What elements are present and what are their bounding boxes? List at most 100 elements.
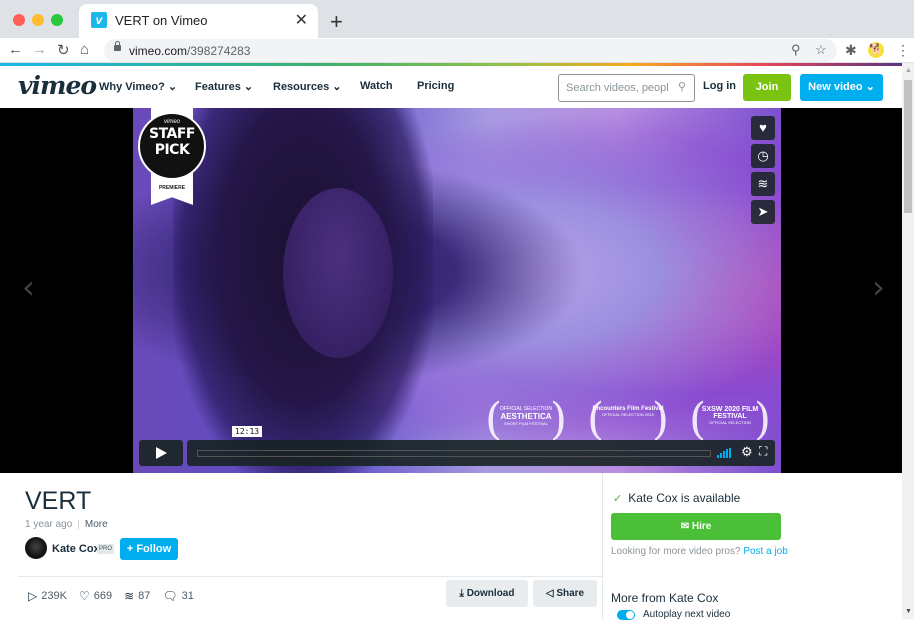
scroll-up-arrow-icon[interactable]: ▲ xyxy=(905,67,912,74)
follow-button[interactable]: + Follow xyxy=(120,538,178,560)
previous-video-arrow-icon[interactable]: ‹ xyxy=(22,268,35,306)
browser-tab-strip: v VERT on Vimeo ✕ + xyxy=(0,0,914,38)
forward-icon[interactable]: → xyxy=(32,41,47,58)
collections-stat[interactable]: ≋ 87 xyxy=(124,589,150,603)
nav-pricing[interactable]: Pricing xyxy=(417,80,454,92)
premiere-label: PREMIERE xyxy=(158,185,186,191)
plays-stat: ▷ 239K xyxy=(28,589,67,603)
fullscreen-icon[interactable]: ⛶ xyxy=(759,444,767,459)
nav-features[interactable]: Features ⌄ xyxy=(195,80,253,93)
close-tab-icon[interactable]: ✕ xyxy=(295,10,308,30)
laurel-sxsw: SXSW 2020 FILM FESTIVAL OFFICIAL SELECTI… xyxy=(689,394,771,445)
video-title: VERT xyxy=(25,487,92,515)
autoplay-toggle[interactable] xyxy=(617,609,635,620)
availability-text: Kate Cox is available xyxy=(628,491,741,505)
join-button[interactable]: Join xyxy=(743,74,791,101)
maximize-window-button[interactable] xyxy=(51,14,63,26)
laurel-main: AESTHETICA xyxy=(500,412,552,421)
watch-later-button[interactable]: ◷ xyxy=(751,144,775,168)
profile-avatar-icon[interactable]: 🐕 xyxy=(868,42,884,58)
back-icon[interactable]: ← xyxy=(8,41,23,58)
settings-gear-icon[interactable]: ⚙ xyxy=(741,444,753,460)
timecode: 12:13 xyxy=(232,426,263,437)
post-job-link[interactable]: Post a job xyxy=(743,546,787,557)
reload-icon[interactable]: ↻ xyxy=(57,41,70,59)
upload-age: 1 year ago xyxy=(25,519,73,530)
zoom-icon[interactable]: ⚲ xyxy=(791,42,801,58)
badge-brand: vimeo xyxy=(163,119,180,125)
control-bar: 12:13 ⚙ ⛶ xyxy=(187,426,775,466)
vimeo-logo[interactable]: vimeo xyxy=(18,71,97,100)
video-stats: ▷ 239K ♡ 669 ≋ 87 🗨 31 xyxy=(28,589,194,603)
next-video-arrow-icon[interactable]: › xyxy=(872,268,885,306)
clock-icon: ◷ xyxy=(757,148,769,163)
home-icon[interactable]: ⌂ xyxy=(80,41,89,58)
laurel-bottom: SHORT FILM FESTIVAL xyxy=(504,421,548,426)
lock-icon xyxy=(114,41,121,51)
festival-laurels: OFFICIAL SELECTION AESTHETICA SHORT FILM… xyxy=(485,394,771,445)
video-frame[interactable]: vimeo STAFF PICK PREMIERE ♥ ◷ ≋ ➤ OFFICI… xyxy=(133,108,781,473)
vimeo-favicon-icon: v xyxy=(91,12,107,28)
laurel-main: SXSW 2020 FILM FESTIVAL xyxy=(701,406,759,420)
author-name[interactable]: Kate Cox xyxy=(52,543,100,555)
scroll-down-arrow-icon[interactable]: ▼ xyxy=(905,608,912,615)
new-video-button[interactable]: New video ⌄ xyxy=(800,74,883,101)
video-meta: 1 year ago | More xyxy=(25,519,108,530)
address-bar[interactable]: vimeo.com/398274283 ⚲ ☆ xyxy=(104,39,837,62)
browser-tab[interactable]: v VERT on Vimeo ✕ xyxy=(79,4,318,38)
divider xyxy=(18,576,602,577)
search-icon[interactable]: ⚲ xyxy=(678,80,686,93)
tab-title: VERT on Vimeo xyxy=(115,13,208,28)
progress-bar[interactable] xyxy=(197,450,711,457)
page-scrollbar[interactable]: ▲ ▼ xyxy=(902,63,914,619)
collections-icon: ≋ xyxy=(124,589,135,603)
video-pros-prompt: Looking for more video pros? Post a job xyxy=(611,546,788,557)
play-button[interactable] xyxy=(139,440,183,466)
badge-line-1: STAFF xyxy=(148,126,196,142)
pro-badge: PRO xyxy=(97,544,115,554)
share-button[interactable]: ➤ xyxy=(751,200,775,224)
site-header: vimeo Why Vimeo? ⌄ Features ⌄ Resources … xyxy=(0,66,902,108)
video-subject-face xyxy=(283,188,393,358)
volume-icon[interactable] xyxy=(717,448,731,458)
url-host: vimeo.com xyxy=(129,44,188,58)
author-avatar[interactable] xyxy=(25,537,47,559)
player-stage: ‹ › vimeo STAFF PICK PREMIERE ♥ ◷ ≋ ➤ OF… xyxy=(0,108,902,473)
new-tab-button[interactable]: + xyxy=(330,11,343,33)
bookmark-star-icon[interactable]: ☆ xyxy=(815,42,827,58)
likes-stat[interactable]: ♡ 669 xyxy=(79,589,112,603)
availability-status: ✓ Kate Cox is available xyxy=(613,491,740,505)
collections-button[interactable]: ≋ xyxy=(751,172,775,196)
minimize-window-button[interactable] xyxy=(32,14,44,26)
search-box: ⚲ xyxy=(558,74,695,102)
video-info: VERT 1 year ago | More Kate Cox PRO + Foll… xyxy=(0,473,602,619)
comments-stat[interactable]: 🗨 31 xyxy=(162,589,193,603)
download-button[interactable]: ⤓ Download xyxy=(446,580,528,607)
search-input[interactable] xyxy=(559,75,669,101)
badge-line-2: PICK xyxy=(154,142,190,158)
scrollbar-thumb[interactable] xyxy=(904,80,912,213)
plays-count: 239K xyxy=(41,590,67,602)
login-link[interactable]: Log in xyxy=(703,80,736,92)
url-text[interactable]: vimeo.com/398274283 xyxy=(129,44,250,58)
laurel-aesthetica: OFFICIAL SELECTION AESTHETICA SHORT FILM… xyxy=(485,394,567,445)
close-window-button[interactable] xyxy=(13,14,25,26)
more-link[interactable]: More xyxy=(85,519,108,530)
nav-resources[interactable]: Resources ⌄ xyxy=(273,80,342,93)
nav-watch[interactable]: Watch xyxy=(360,80,393,92)
browser-toolbar: ← → ↻ ⌂ vimeo.com/398274283 ⚲ ☆ ✱ 🐕 ⋮ xyxy=(0,38,914,63)
hire-button[interactable]: ✉ Hire xyxy=(611,513,781,540)
layers-icon: ≋ xyxy=(757,176,769,191)
more-from-heading: More from Kate Cox xyxy=(611,591,719,605)
browser-menu-icon[interactable]: ⋮ xyxy=(896,42,910,59)
heart-icon: ♡ xyxy=(78,589,90,603)
pros-text: Looking for more video pros? xyxy=(611,546,741,557)
url-path: /398274283 xyxy=(187,44,251,58)
play-icon: ▷ xyxy=(28,589,38,603)
nav-why-vimeo[interactable]: Why Vimeo? ⌄ xyxy=(99,80,177,93)
heart-icon: ♥ xyxy=(759,120,767,135)
player-controls: 12:13 ⚙ ⛶ xyxy=(139,426,775,466)
extensions-puzzle-icon[interactable]: ✱ xyxy=(845,42,857,59)
like-button[interactable]: ♥ xyxy=(751,116,775,140)
share-button[interactable]: ◁ Share xyxy=(533,580,597,607)
